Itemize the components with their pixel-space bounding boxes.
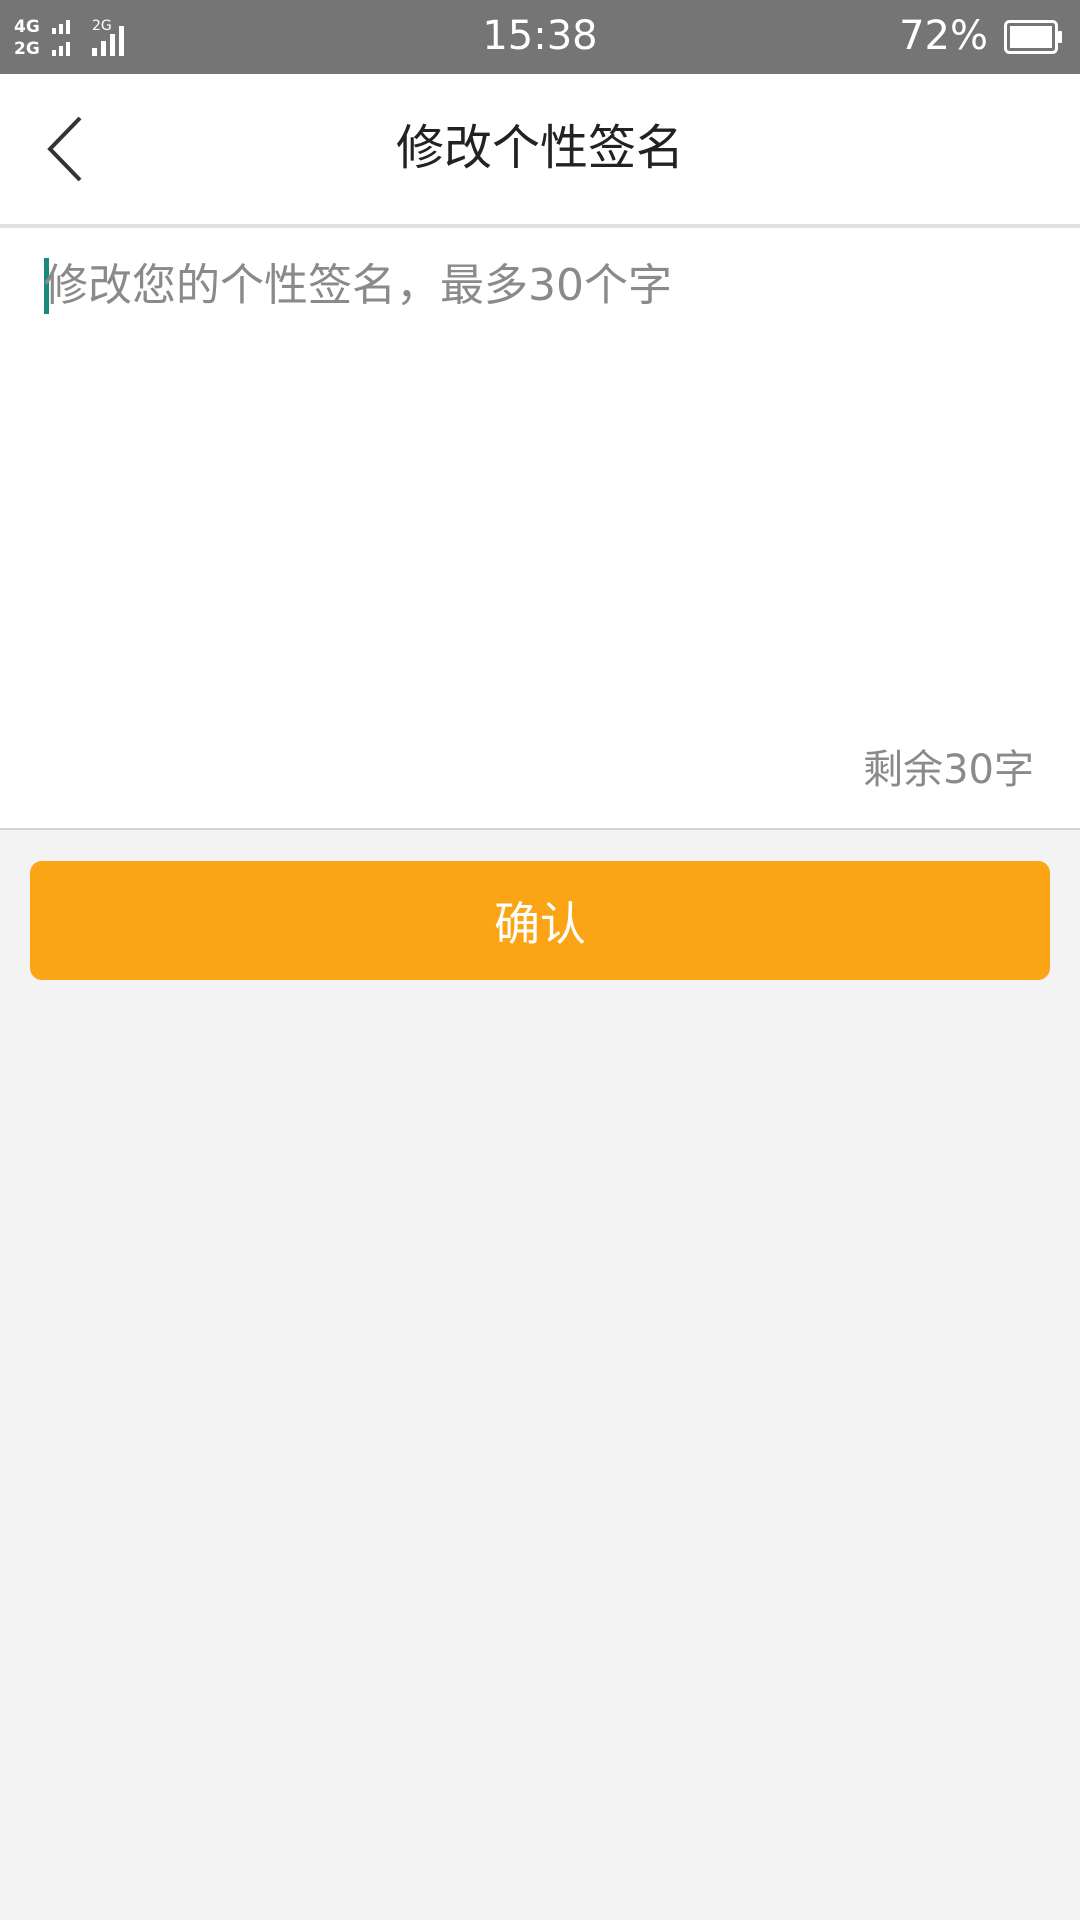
remaining-char-counter: 剩余30字 <box>863 747 1034 793</box>
battery-icon <box>1004 20 1062 54</box>
status-bar: 4G 2G 2G 15:38 72% <box>0 0 1080 74</box>
page-title: 修改个性签名 <box>395 120 684 176</box>
confirm-button[interactable]: 确认 <box>30 861 1050 980</box>
battery-percent: 72% <box>899 13 988 59</box>
signature-editor: 剩余30字 <box>0 228 1080 830</box>
signature-input[interactable] <box>44 256 1034 686</box>
app-header: 修改个性签名 <box>0 74 1080 228</box>
